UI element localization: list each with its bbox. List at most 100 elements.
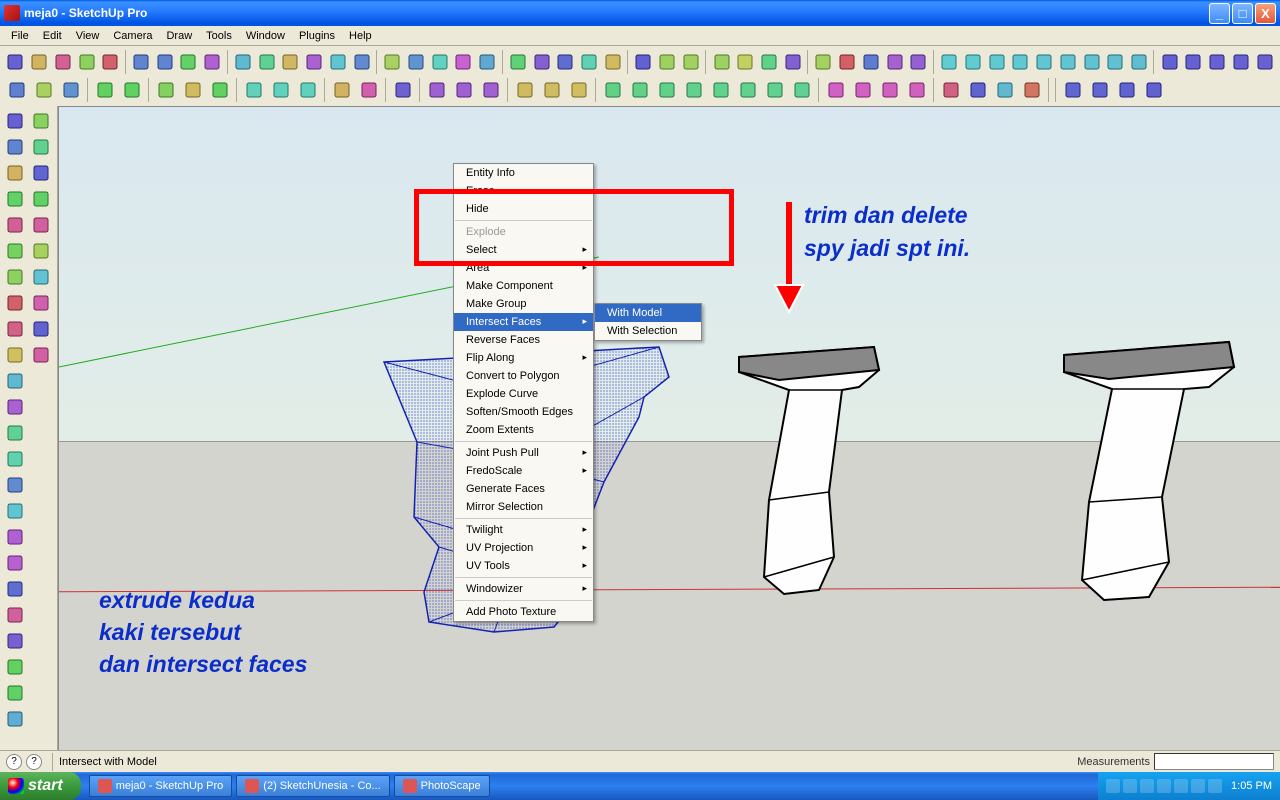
position-icon[interactable] (28, 212, 53, 237)
context-submenu-intersect[interactable]: With ModelWith Selection (594, 303, 702, 341)
box8-icon[interactable] (1104, 49, 1127, 75)
cube8-icon[interactable] (789, 77, 815, 103)
redo-icon[interactable] (836, 49, 859, 75)
minimize-button[interactable]: _ (1209, 3, 1230, 24)
ctx-item-make-component[interactable]: Make Component (454, 277, 593, 295)
select-icon[interactable] (4, 49, 27, 75)
book2-icon[interactable] (268, 77, 294, 103)
house2-icon[interactable] (1182, 49, 1205, 75)
look-around-icon[interactable] (28, 238, 53, 263)
poly-icon[interactable] (2, 316, 27, 341)
text-tool-icon[interactable] (2, 602, 27, 627)
house3-icon[interactable] (1206, 49, 1229, 75)
undo-icon[interactable] (812, 49, 835, 75)
ctx-item-explode-curve[interactable]: Explode Curve (454, 385, 593, 403)
ctx-item-convert-to-polygon[interactable]: Convert to Polygon (454, 367, 593, 385)
ctx-item-uv-projection[interactable]: UV Projection (454, 539, 593, 557)
styles-icon[interactable] (530, 49, 553, 75)
look-icon[interactable] (656, 49, 679, 75)
help-icon[interactable]: ? (26, 754, 42, 770)
feet-tool-icon[interactable] (28, 316, 53, 341)
dim-icon[interactable] (710, 49, 733, 75)
open-icon[interactable] (31, 77, 57, 103)
component-icon[interactable] (2, 134, 27, 159)
shadow-icon[interactable] (601, 49, 624, 75)
section-icon[interactable] (680, 49, 703, 75)
section-tool-icon[interactable] (28, 290, 53, 315)
diamond3-icon[interactable] (1114, 77, 1140, 103)
ctx-sub-with-selection[interactable]: With Selection (595, 322, 701, 340)
cubes4-icon[interactable] (904, 77, 930, 103)
plan3-icon[interactable] (566, 77, 592, 103)
paint-icon[interactable] (153, 49, 176, 75)
eraser-icon[interactable] (2, 186, 27, 211)
rotate-icon[interactable] (2, 420, 27, 445)
menu-edit[interactable]: Edit (36, 28, 69, 44)
man1-icon[interactable] (92, 77, 118, 103)
panel-icon[interactable] (329, 77, 355, 103)
rect-icon[interactable] (52, 49, 75, 75)
tray-icon[interactable] (1174, 779, 1188, 793)
tray-icon[interactable] (1208, 779, 1222, 793)
zoomext-icon[interactable] (28, 160, 53, 185)
cube5-icon[interactable] (708, 77, 734, 103)
line-icon[interactable] (28, 49, 51, 75)
menu-help[interactable]: Help (342, 28, 379, 44)
system-tray[interactable]: 1:05 PM (1098, 772, 1280, 800)
measurements-input[interactable] (1154, 753, 1274, 770)
ctx-item-generate-faces[interactable]: Generate Faces (454, 480, 593, 498)
box1-icon[interactable] (938, 49, 961, 75)
axis-icon[interactable] (781, 49, 804, 75)
house5-icon[interactable] (1253, 49, 1276, 75)
move-icon[interactable] (231, 49, 254, 75)
cube4-icon[interactable] (681, 77, 707, 103)
prism3-icon[interactable] (478, 77, 504, 103)
shadow-tool-icon[interactable] (28, 342, 53, 367)
viewport-3d[interactable]: trim dan delete spy jadi spt ini. extrud… (58, 106, 1280, 750)
cube7-icon[interactable] (762, 77, 788, 103)
zoomwin-icon[interactable] (28, 134, 53, 159)
ctx-item-windowizer[interactable]: Windowizer (454, 580, 593, 598)
box2-icon[interactable] (961, 49, 984, 75)
taskbar-task[interactable]: PhotoScape (394, 775, 490, 797)
close-button[interactable]: X (1255, 3, 1276, 24)
cube3-icon[interactable] (654, 77, 680, 103)
ctx-item-area[interactable]: Area (454, 259, 593, 277)
walk-tool-icon[interactable] (28, 264, 53, 289)
select-icon[interactable] (2, 108, 27, 133)
layers-icon[interactable] (554, 49, 577, 75)
freehand-icon[interactable] (2, 342, 27, 367)
ctx-item-reverse-faces[interactable]: Reverse Faces (454, 331, 593, 349)
ctx-item-flip-along[interactable]: Flip Along (454, 349, 593, 367)
paste-icon[interactable] (907, 49, 930, 75)
circle-icon[interactable] (2, 264, 27, 289)
ctx-item-make-group[interactable]: Make Group (454, 295, 593, 313)
menu-tools[interactable]: Tools (199, 28, 239, 44)
scene-icon[interactable] (578, 49, 601, 75)
rot-tool-icon[interactable] (279, 49, 302, 75)
add-page-icon[interactable] (506, 49, 529, 75)
cubes1-icon[interactable] (823, 77, 849, 103)
offset-icon[interactable] (2, 498, 27, 523)
pushpull-icon[interactable] (303, 49, 326, 75)
tray-icon[interactable] (1123, 779, 1137, 793)
rotate-icon[interactable] (255, 49, 278, 75)
save-icon[interactable] (58, 77, 84, 103)
zoom-icon[interactable] (428, 49, 451, 75)
menu-draw[interactable]: Draw (159, 28, 199, 44)
ctx-item-zoom-extents[interactable]: Zoom Extents (454, 421, 593, 439)
3dtext-tool-icon[interactable] (2, 654, 27, 679)
follow-icon[interactable] (2, 446, 27, 471)
zoom-win-icon[interactable] (476, 49, 499, 75)
context-menu[interactable]: Entity InfoEraseHideExplodeSelectAreaMak… (453, 163, 594, 622)
orbit-tool-icon[interactable] (2, 680, 27, 705)
pencil-icon[interactable] (2, 238, 27, 263)
pan-tool-icon[interactable] (2, 706, 27, 731)
cyl-icon[interactable] (938, 77, 964, 103)
box4-icon[interactable] (1009, 49, 1032, 75)
axis-tool-icon[interactable] (2, 628, 27, 653)
tray-icon[interactable] (1140, 779, 1154, 793)
prism1-icon[interactable] (424, 77, 450, 103)
zoom-tool-icon[interactable] (28, 108, 53, 133)
taskbar-task[interactable]: meja0 - SketchUp Pro (89, 775, 233, 797)
